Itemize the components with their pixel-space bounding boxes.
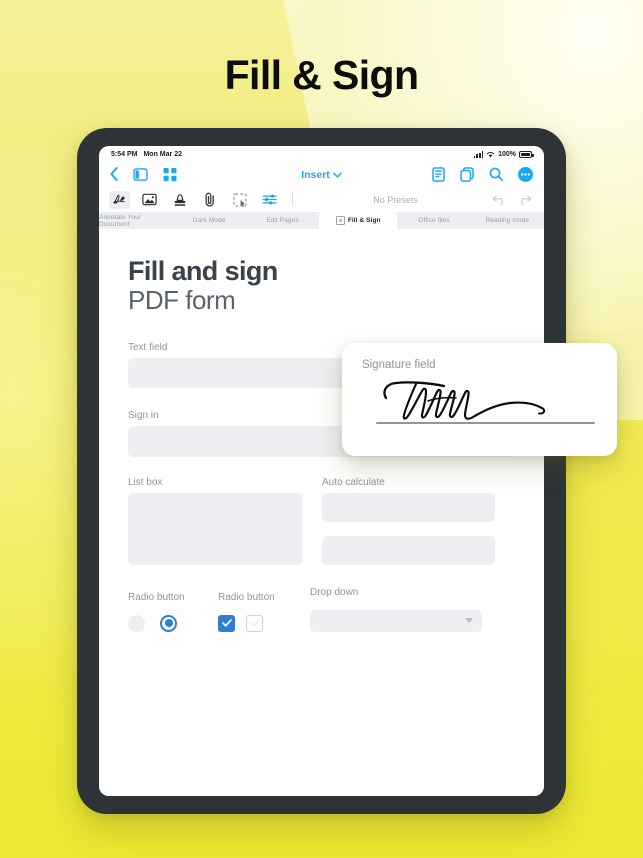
document-outline-icon[interactable] [432,166,445,182]
checkbox-unchecked[interactable] [246,614,263,632]
back-chevron-icon[interactable] [110,167,118,181]
area-select-tool[interactable] [229,191,250,209]
settings-sliders-tool[interactable] [259,191,280,209]
list-box-label: List box [128,476,163,488]
navigation-toolbar: Insert [99,161,544,187]
document-title: Fill and sign [128,256,278,286]
radio-button-unselected[interactable] [128,614,145,632]
signature-area[interactable] [362,373,597,431]
document-subtitle: PDF form [128,285,236,316]
redo-icon[interactable] [518,194,532,206]
radio-group-2: Radio button [218,592,310,632]
dropdown-group: Drop down [310,587,482,632]
tablet-device-frame: 5:54 PM Mon Mar 22 100% Insert No Preset… [77,128,566,814]
navigation-right-group [432,166,533,182]
auto-calculate-group: Auto calculate [322,477,495,565]
radio-group-1-label: Radio button [128,591,185,603]
status-bar: 5:54 PM Mon Mar 22 100% [99,146,544,161]
tab-label: Dark Mode [192,217,226,224]
image-tool[interactable] [139,191,160,209]
status-bar-left: 5:54 PM Mon Mar 22 [111,151,182,158]
tab-reading-mode[interactable]: Reading mode [471,212,544,229]
battery-full-icon [519,151,534,158]
attachment-tool[interactable] [199,191,220,209]
list-and-calc-row: List box Auto calculate [128,477,515,565]
wifi-icon [486,151,495,158]
tab-annotate[interactable]: Annotate Your Document [99,212,172,229]
feature-tab-strip: Annotate Your Document Dark Mode Edit Pa… [99,212,544,229]
list-box-group: List box [128,477,302,565]
handwritten-signature-icon [383,381,546,420]
dropdown-label: Drop down [310,586,359,598]
tab-label: Fill & Sign [347,217,381,224]
signature-underline [376,422,595,424]
auto-calculate-input-2[interactable] [322,535,495,565]
more-options-icon[interactable] [518,166,533,182]
stamp-tool[interactable] [169,191,190,209]
tab-office-files[interactable]: Office files [397,212,470,229]
radio-button-selected[interactable] [160,614,177,632]
tab-label: Reading mode [485,217,530,224]
tab-dark-mode[interactable]: Dark Mode [172,212,245,229]
history-controls [492,194,534,206]
insert-menu-label: Insert [301,169,330,181]
grid-thumbnails-icon[interactable] [163,167,177,181]
tab-label: Office files [418,217,450,224]
battery-percent-label: 100% [498,151,516,158]
dropdown-select[interactable] [310,609,482,632]
checkbox-group [218,614,310,632]
tab-edit-pages[interactable]: Edit Pages [246,212,319,229]
undo-icon[interactable] [492,194,506,206]
radio-buttons-1 [128,614,185,632]
sidebar-panel-icon[interactable] [133,167,148,181]
signal-bars-icon [473,151,484,158]
tools-toolbar: No Presets [99,187,544,212]
tab-label: Edit Pages [266,217,299,224]
controls-row: Radio button Radio button Drop down [128,587,515,632]
dropdown-caret-icon [465,618,473,624]
checkbox-checked[interactable] [218,614,235,632]
chevron-down-icon [332,172,342,178]
navigation-left-group [110,167,177,181]
page-headline: Fill & Sign [224,52,419,98]
tab-fill-and-sign[interactable]: Fill & Sign [319,212,398,229]
signature-field-label: Signature field [362,359,436,371]
list-box-input[interactable] [128,492,302,565]
tab-label: Annotate Your Document [99,213,142,228]
fill-sign-tab-icon [335,216,345,225]
toolbar-divider [292,193,293,206]
duplicate-pages-icon[interactable] [460,166,474,182]
radio-group-2-label: Radio button [218,591,275,603]
auto-calculate-label: Auto calculate [322,476,385,488]
status-bar-right: 100% [473,151,534,158]
signature-field-card[interactable]: Signature field [342,343,617,456]
pdf-document-page: Fill and sign PDF form Text field Sign i… [99,229,544,796]
insert-menu-button[interactable]: Insert [301,169,342,181]
status-date: Mon Mar 22 [143,151,182,158]
tablet-screen: 5:54 PM Mon Mar 22 100% Insert No Preset… [99,146,544,796]
signature-tool[interactable] [109,190,130,209]
search-icon[interactable] [489,167,503,181]
presets-label: No Presets [373,194,418,205]
auto-calculate-input-1[interactable] [322,492,495,522]
status-time: 5:54 PM [111,151,138,158]
radio-group-1: Radio button [128,592,185,632]
